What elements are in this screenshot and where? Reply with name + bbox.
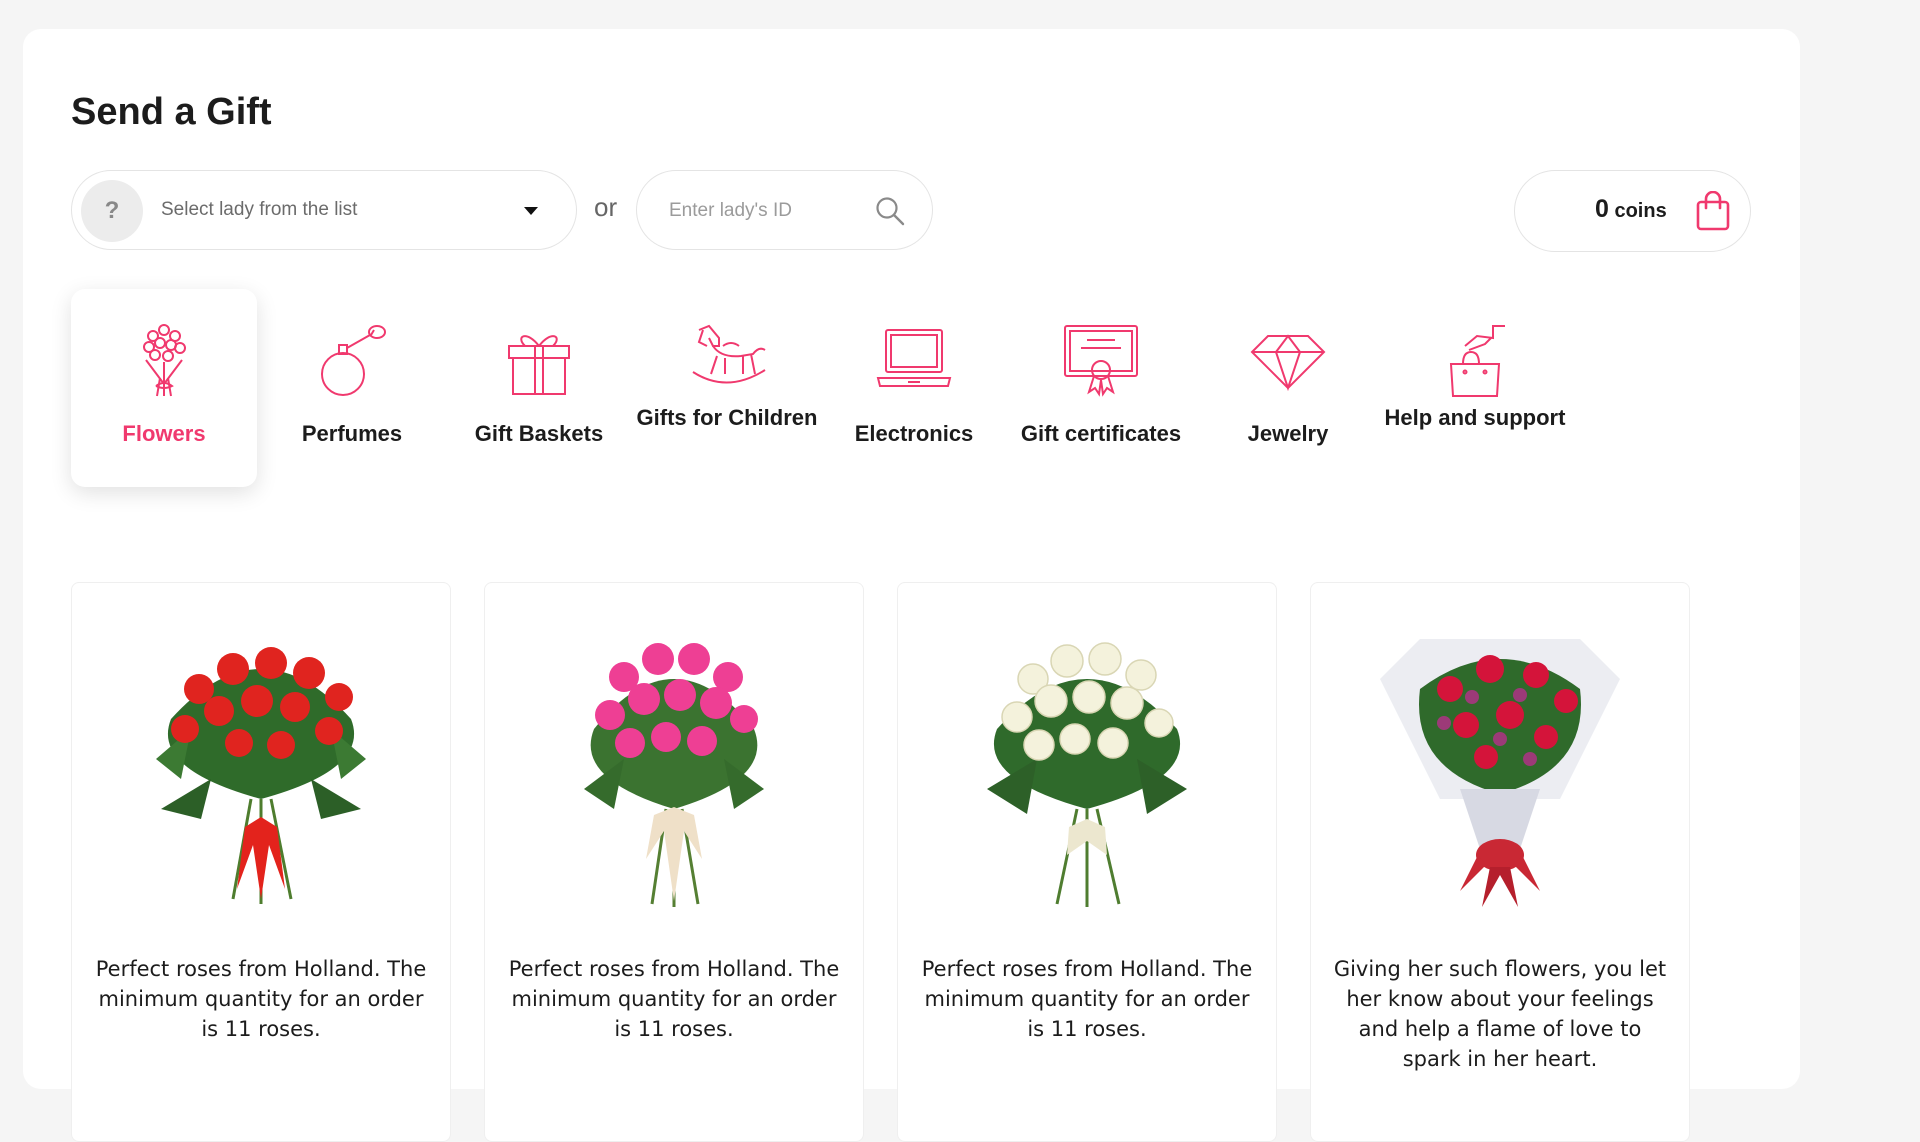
search-icon[interactable] (874, 195, 906, 227)
coins-balance[interactable]: 0 coins (1514, 170, 1751, 252)
page-title: Send a Gift (71, 91, 272, 133)
category-label: Gift Baskets (474, 421, 604, 446)
category-label: Jewelry (1247, 421, 1329, 446)
product-description: Perfect roses from Holland. The minimum … (921, 957, 1253, 1041)
category-perfumes[interactable]: Perfumes (259, 289, 445, 487)
red-roses-bouquet-image (156, 647, 366, 904)
coins-amount: 0 coins (1595, 195, 1667, 224)
mixed-red-bouquet-image (1380, 639, 1620, 907)
category-help-and-support[interactable]: Help and support (1382, 289, 1568, 487)
category-jewelry[interactable]: Jewelry (1195, 289, 1381, 487)
lady-select-placeholder: Select lady from the list (161, 199, 358, 220)
category-label: Gift certificates (1020, 421, 1182, 446)
gift-categories: Flowers Perfumes Gift Baskets Gifts for … (71, 289, 1591, 489)
category-label: Flowers (122, 421, 206, 446)
white-roses-bouquet-image (987, 642, 1187, 907)
coins-label: coins (1614, 200, 1667, 222)
category-label: Electronics (854, 421, 974, 446)
perfume-icon (321, 325, 386, 396)
category-label: Gifts for Children (636, 405, 818, 430)
product-description: Giving her such flowers, you let her kno… (1333, 957, 1667, 1071)
unknown-lady-avatar: ? (81, 180, 143, 242)
hand-shopping-bag-icon (1449, 325, 1505, 397)
lady-select-dropdown[interactable]: ? Select lady from the list (71, 170, 577, 250)
product-card[interactable]: Perfect roses from Holland. The minimum … (71, 582, 451, 1142)
product-card[interactable]: Perfect roses from Holland. The minimum … (897, 582, 1277, 1142)
product-card[interactable]: Giving her such flowers, you let her kno… (1310, 582, 1690, 1142)
bouquet-icon (143, 324, 186, 397)
category-label: Perfumes (301, 421, 403, 446)
product-description: Perfect roses from Holland. The minimum … (508, 957, 840, 1041)
lady-id-input[interactable] (667, 193, 871, 229)
lady-id-search-box (636, 170, 933, 250)
gift-box-icon (508, 335, 570, 395)
product-description: Perfect roses from Holland. The minimum … (95, 957, 427, 1041)
rocking-horse-icon (692, 324, 766, 384)
category-gift-certificates[interactable]: Gift certificates (1008, 289, 1194, 487)
category-flowers[interactable]: Flowers (71, 289, 257, 487)
laptop-icon (876, 329, 952, 387)
product-card[interactable]: Perfect roses from Holland. The minimum … (484, 582, 864, 1142)
coins-value: 0 (1595, 195, 1609, 223)
certificate-icon (1064, 325, 1138, 397)
send-gift-panel: Send a Gift ? Select lady from the list … (23, 29, 1800, 1142)
category-electronics[interactable]: Electronics (821, 289, 1007, 487)
diamond-icon (1250, 334, 1326, 392)
or-separator: or (594, 192, 618, 222)
category-label: Help and support (1384, 405, 1566, 430)
chevron-down-icon (524, 207, 538, 215)
pink-roses-bouquet-image (584, 643, 764, 907)
shopping-bag-icon[interactable] (1695, 191, 1731, 231)
category-gifts-for-children[interactable]: Gifts for Children (634, 289, 820, 487)
category-gift-baskets[interactable]: Gift Baskets (446, 289, 632, 487)
